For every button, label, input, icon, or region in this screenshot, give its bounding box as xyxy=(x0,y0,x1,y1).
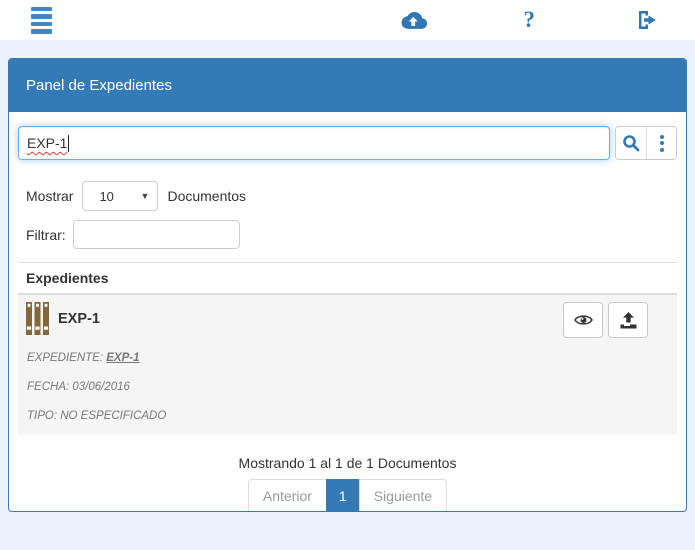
page-size-select[interactable]: 10 ▼ xyxy=(82,181,158,211)
upload-button[interactable] xyxy=(608,302,648,338)
search-button[interactable] xyxy=(616,127,646,159)
panel-header: Panel de Expedientes xyxy=(9,59,686,112)
search-options-button[interactable] xyxy=(646,127,676,159)
table-row[interactable]: EXP-1 xyxy=(18,295,677,435)
meta-label: EXPEDIENTE: xyxy=(27,352,103,364)
meta-label: FECHA: xyxy=(27,381,69,393)
vertical-ellipsis-icon xyxy=(660,135,664,152)
top-navigation-bar: ? xyxy=(0,0,695,40)
text-cursor xyxy=(68,135,69,152)
meta-tipo: TIPO: NO ESPECIFICADO xyxy=(26,410,669,422)
expedientes-table: Expedientes xyxy=(18,262,677,435)
filter-input[interactable] xyxy=(73,220,240,249)
help-button[interactable]: ? xyxy=(524,7,536,33)
search-row: EXP-1 xyxy=(18,126,677,160)
chevron-down-icon: ▼ xyxy=(141,191,150,201)
books-icon xyxy=(26,302,49,335)
eye-icon xyxy=(574,313,593,327)
expediente-link[interactable]: EXP-1 xyxy=(106,352,139,364)
search-input-value: EXP-1 xyxy=(27,135,67,151)
meta-label: TIPO: xyxy=(27,410,57,422)
page-size-row: Mostrar 10 ▼ Documentos xyxy=(18,181,677,211)
panel-title: Panel de Expedientes xyxy=(26,77,172,94)
pagination-summary: Mostrando 1 al 1 de 1 Documentos xyxy=(18,455,677,471)
pagination-next[interactable]: Siguiente xyxy=(359,479,447,512)
search-input[interactable]: EXP-1 xyxy=(18,126,610,160)
meta-value: NO ESPECIFICADO xyxy=(60,410,166,422)
hamburger-icon xyxy=(31,7,52,34)
page-size-selected-value: 10 xyxy=(99,189,113,204)
view-button[interactable] xyxy=(563,302,603,338)
menu-button[interactable] xyxy=(31,7,52,34)
filter-row: Filtrar: xyxy=(18,220,677,249)
upload-icon xyxy=(620,312,637,329)
page-size-label-before: Mostrar xyxy=(26,188,73,204)
magnifier-icon xyxy=(622,134,640,152)
sign-out-icon xyxy=(635,8,659,32)
pagination-previous[interactable]: Anterior xyxy=(248,479,327,512)
filter-label: Filtrar: xyxy=(26,227,66,243)
expedientes-panel: Panel de Expedientes EXP-1 xyxy=(8,58,687,512)
meta-expediente: EXPEDIENTE: EXP-1 xyxy=(26,352,669,364)
expediente-title: EXP-1 xyxy=(58,311,100,327)
row-actions xyxy=(563,302,648,338)
logout-button[interactable] xyxy=(635,8,659,32)
search-button-group xyxy=(615,126,677,160)
meta-fecha: FECHA: 03/06/2016 xyxy=(26,381,669,393)
pagination: Anterior 1 Siguiente xyxy=(18,479,677,512)
meta-value: 03/06/2016 xyxy=(72,381,130,393)
question-mark-icon: ? xyxy=(524,7,536,33)
table-header: Expedientes xyxy=(18,263,677,295)
cloud-upload-icon xyxy=(398,9,428,31)
pagination-page-1[interactable]: 1 xyxy=(326,479,360,512)
page-size-label-after: Documentos xyxy=(167,188,246,204)
cloud-upload-button[interactable] xyxy=(398,9,428,31)
